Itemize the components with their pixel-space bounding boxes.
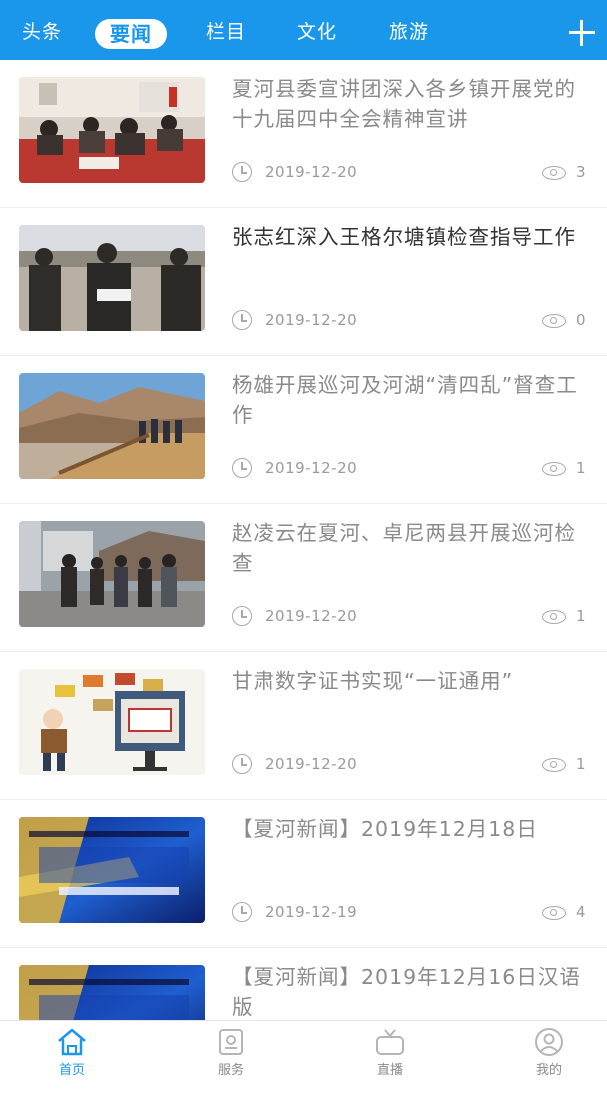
eye-icon [542,610,566,624]
bottom-tab-label: 服务 [217,1063,244,1078]
bottom-tab-label: 直播 [376,1063,403,1078]
news-title[interactable]: 张志红深入王格尔塘镇检查指导工作 [232,222,594,252]
home-icon [58,1028,86,1056]
profile-icon [535,1028,563,1056]
eye-icon [542,166,566,180]
view-count: 1 [576,459,586,477]
clock-icon [232,310,252,330]
news-title[interactable]: 夏河县委宣讲团深入各乡镇开展党的十九届四中全会精神宣讲 [232,74,594,134]
news-meta: 2019-12-20 1 [232,604,592,630]
view-count: 4 [576,903,586,921]
news-meta: 2019-12-20 1 [232,456,592,482]
news-date: 2019-12-20 [265,755,358,773]
list-item[interactable]: 夏河县委宣讲团深入各乡镇开展党的十九届四中全会精神宣讲 2019-12-20 3 [0,60,607,208]
river-bridge-photo [19,373,205,479]
eye-icon [542,758,566,772]
tab-culture[interactable]: 文化 [297,0,337,60]
eye-icon [542,462,566,476]
view-count: 0 [576,311,586,329]
bottom-tab-label: 我的 [535,1063,562,1078]
news-date: 2019-12-20 [265,163,358,181]
meeting-photo [19,77,205,183]
bottom-tab-live[interactable]: 直播 [340,1021,440,1081]
list-item[interactable]: 张志红深入王格尔塘镇检查指导工作 2019-12-20 0 [0,208,607,356]
news-meta: 2019-12-20 1 [232,752,592,778]
clock-icon [232,902,252,922]
xiahe-news-logo [19,817,205,923]
view-count: 3 [576,163,586,181]
bottom-tab-home[interactable]: 首页 [22,1021,122,1081]
service-icon [219,1029,243,1055]
news-date: 2019-12-20 [265,459,358,477]
list-item[interactable]: 【夏河新闻】2019年12月18日 2019-12-19 4 [0,800,607,948]
eye-icon [542,314,566,328]
news-date: 2019-12-20 [265,607,358,625]
digital-certificate-illustration [19,669,205,775]
clock-icon [232,606,252,626]
view-count: 1 [576,607,586,625]
plus-icon[interactable] [567,18,597,48]
channel-bar: 头条 要闻 栏目 文化 旅游 [0,0,607,60]
tab-travel[interactable]: 旅游 [389,0,429,60]
bottom-tab-label: 首页 [58,1063,85,1078]
tab-columns[interactable]: 栏目 [206,0,246,60]
news-title[interactable]: 甘肃数字证书实现“一证通用” [232,666,594,696]
bottom-tab-bar: 首页 服务 直播 我的 [0,1020,607,1081]
bottom-tab-service[interactable]: 服务 [181,1021,281,1081]
live-icon [376,1029,404,1055]
news-date: 2019-12-19 [265,903,358,921]
tab-important-news[interactable]: 要闻 [95,19,167,49]
view-count: 1 [576,755,586,773]
news-title[interactable]: 杨雄开展巡河及河湖“清四乱”督查工作 [232,370,594,430]
news-title[interactable]: 【夏河新闻】2019年12月16日汉语版 [232,962,594,1022]
tab-headlines[interactable]: 头条 [22,0,62,60]
news-title[interactable]: 赵凌云在夏河、卓尼两县开展巡河检查 [232,518,594,578]
clock-icon [232,754,252,774]
officials-inspection-photo [19,225,205,331]
news-meta: 2019-12-19 4 [232,900,592,926]
list-item[interactable]: 赵凌云在夏河、卓尼两县开展巡河检查 2019-12-20 1 [0,504,607,652]
bottom-tab-mine[interactable]: 我的 [499,1021,599,1081]
river-patrol-photo [19,521,205,627]
list-item[interactable]: 杨雄开展巡河及河湖“清四乱”督查工作 2019-12-20 1 [0,356,607,504]
eye-icon [542,906,566,920]
news-date: 2019-12-20 [265,311,358,329]
news-title[interactable]: 【夏河新闻】2019年12月18日 [232,814,594,844]
list-item[interactable]: 甘肃数字证书实现“一证通用” 2019-12-20 1 [0,652,607,800]
news-meta: 2019-12-20 0 [232,308,592,334]
clock-icon [232,458,252,478]
clock-icon [232,162,252,182]
news-meta: 2019-12-20 3 [232,160,592,186]
